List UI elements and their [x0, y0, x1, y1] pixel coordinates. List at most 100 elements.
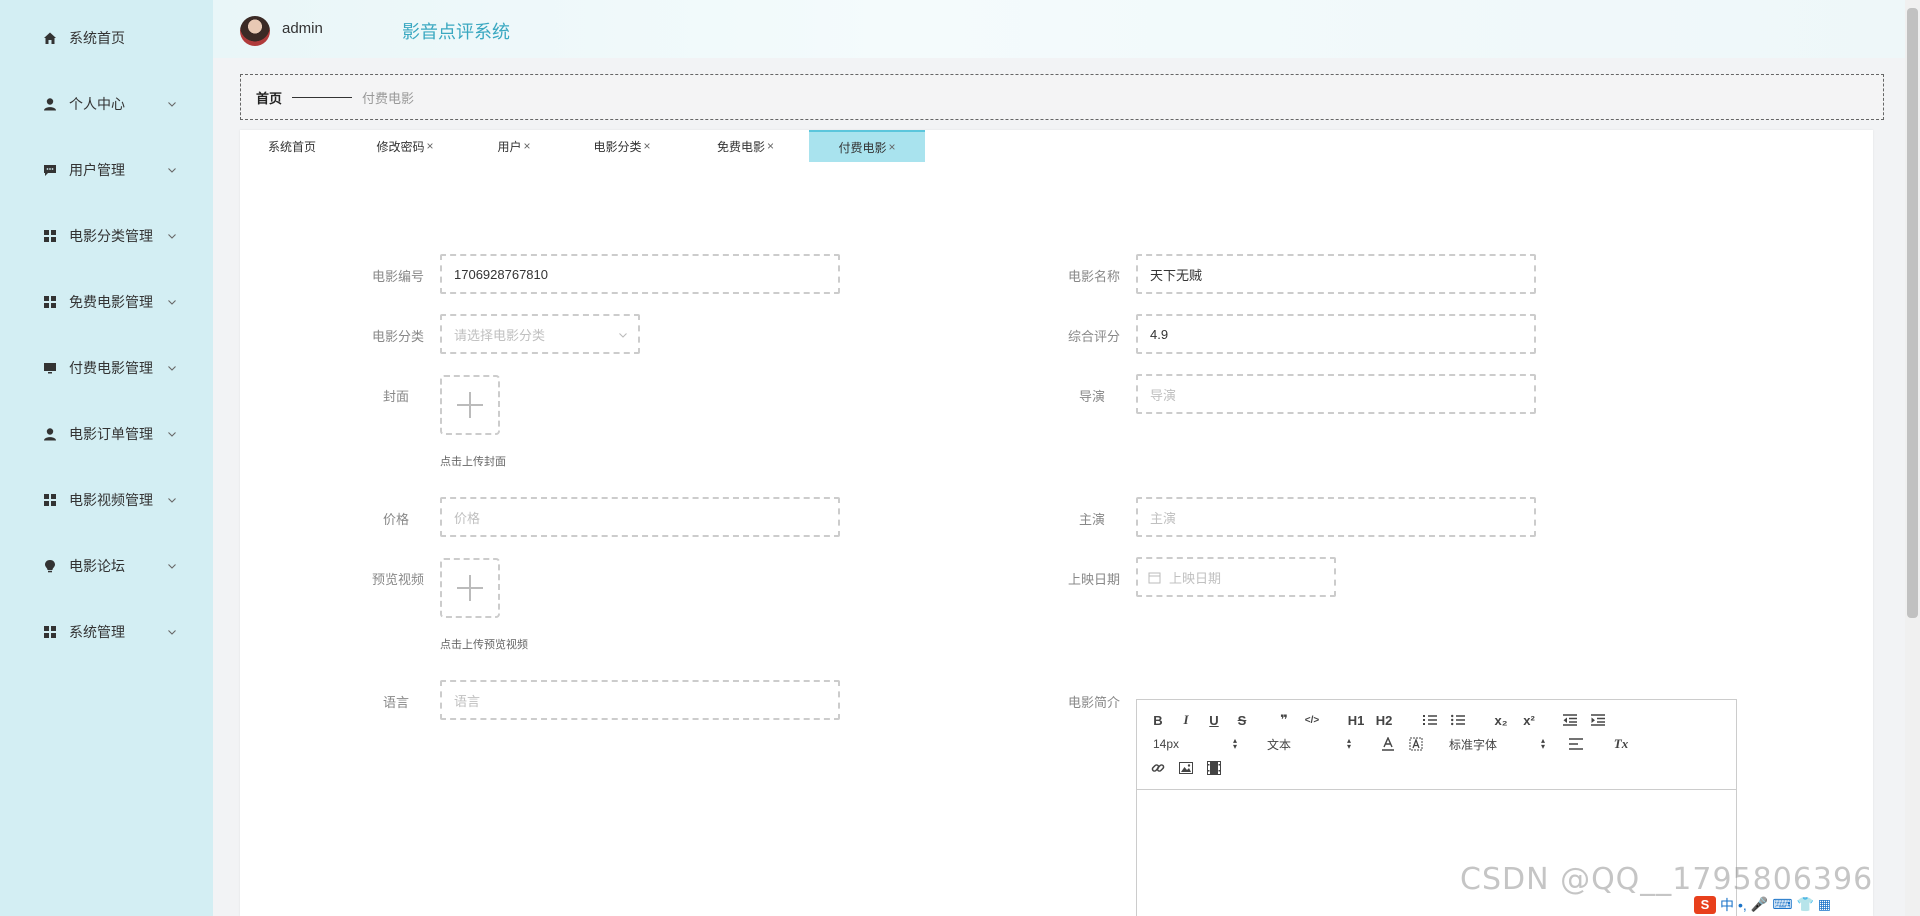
- cover-label: 封面: [382, 389, 409, 404]
- movie-name-input[interactable]: 天下无贼: [1136, 254, 1536, 294]
- background-color-icon[interactable]: [1407, 735, 1425, 753]
- grid-icon: [42, 228, 58, 244]
- sidebar-item-free-movies[interactable]: 免费电影管理: [0, 282, 213, 322]
- close-icon[interactable]: ×: [427, 139, 434, 153]
- breadcrumb-separator: [292, 96, 353, 98]
- close-icon[interactable]: ×: [767, 139, 774, 153]
- watermark: CSDN @QQ__1795806396: [1460, 862, 1874, 897]
- ordered-list-icon[interactable]: [1421, 711, 1439, 729]
- sidebar-item-paid-movies[interactable]: 付费电影管理: [0, 348, 213, 388]
- toolbox-icon[interactable]: ▦: [1818, 896, 1831, 913]
- strike-button[interactable]: S: [1233, 711, 1251, 729]
- category-select[interactable]: 请选择电影分类: [440, 314, 640, 354]
- release-date-placeholder: 上映日期: [1169, 570, 1222, 586]
- keyboard-icon[interactable]: ⌨: [1772, 896, 1792, 913]
- h2-button[interactable]: H2: [1373, 711, 1395, 729]
- sidebar-item-label: 个人中心: [69, 96, 125, 112]
- bullet-list-icon[interactable]: [1449, 711, 1467, 729]
- tab-paid-movies[interactable]: 付费电影 ×: [809, 130, 925, 162]
- sidebar-item-label: 电影视频管理: [69, 492, 153, 508]
- tab-users[interactable]: 用户 ×: [466, 130, 562, 162]
- tab-home[interactable]: 系统首页: [240, 130, 344, 162]
- tab-bar: 系统首页 修改密码 × 用户 × 电影分类 × 免费电影 × 付费电影 ×: [240, 130, 925, 162]
- rating-label: 综合评分: [1067, 329, 1120, 344]
- preview-video-upload-button[interactable]: [440, 558, 500, 618]
- font-color-icon[interactable]: [1379, 735, 1397, 753]
- grid-icon: [42, 492, 58, 508]
- sidebar-item-label: 系统管理: [69, 624, 125, 640]
- code-button[interactable]: </>: [1303, 711, 1321, 729]
- sidebar-item-system[interactable]: 系统管理: [0, 612, 213, 652]
- actors-input[interactable]: 主演: [1136, 497, 1536, 537]
- actors-label: 主演: [1078, 512, 1105, 527]
- sidebar-item-home[interactable]: 系统首页: [0, 18, 213, 58]
- block-format-select[interactable]: 文本 ▴ ▾: [1267, 735, 1351, 753]
- punctuation-icon[interactable]: •,: [1738, 897, 1747, 913]
- close-icon[interactable]: ×: [889, 140, 896, 154]
- movie-no-input[interactable]: 1706928767810: [440, 254, 840, 294]
- calendar-icon: [1148, 572, 1161, 583]
- director-label: 导演: [1078, 389, 1105, 404]
- home-icon: [42, 30, 58, 46]
- block-format-value: 文本: [1267, 737, 1292, 752]
- chevron-down-icon: [168, 102, 176, 107]
- superscript-button[interactable]: x²: [1519, 711, 1539, 729]
- movie-name-label: 电影名称: [1067, 269, 1120, 284]
- font-family-select[interactable]: 标准字体 ▴ ▾: [1449, 735, 1545, 753]
- sidebar-item-label: 电影论坛: [69, 558, 125, 574]
- subscript-button[interactable]: x₂: [1491, 711, 1511, 729]
- sidebar-item-category[interactable]: 电影分类管理: [0, 216, 213, 256]
- sidebar-item-users[interactable]: 用户管理: [0, 150, 213, 190]
- font-size-value: 14px: [1153, 737, 1180, 751]
- sidebar-item-forum[interactable]: 电影论坛: [0, 546, 213, 586]
- font-size-select[interactable]: 14px ▴ ▾: [1153, 735, 1237, 753]
- release-date-picker[interactable]: 上映日期: [1136, 557, 1336, 597]
- tab-free-movies[interactable]: 免费电影 ×: [682, 130, 809, 162]
- tab-label: 付费电影: [838, 140, 887, 155]
- sidebar-item-videos[interactable]: 电影视频管理: [0, 480, 213, 520]
- sidebar-item-label: 系统首页: [69, 30, 125, 46]
- avatar[interactable]: [240, 16, 270, 46]
- director-input[interactable]: 导演: [1136, 374, 1536, 414]
- tab-change-password[interactable]: 修改密码 ×: [344, 130, 466, 162]
- quote-button[interactable]: ❞: [1275, 711, 1293, 729]
- microphone-icon[interactable]: 🎤: [1751, 896, 1768, 913]
- category-label: 电影分类: [371, 329, 424, 344]
- clear-format-button[interactable]: Tx: [1611, 735, 1631, 753]
- close-icon[interactable]: ×: [644, 139, 651, 153]
- language-label: 语言: [382, 695, 409, 710]
- tab-movie-category[interactable]: 电影分类 ×: [562, 130, 682, 162]
- outdent-icon[interactable]: [1561, 711, 1579, 729]
- sidebar-item-personal[interactable]: 个人中心: [0, 84, 213, 124]
- breadcrumb-home[interactable]: 首页: [256, 88, 282, 107]
- system-tray: S 中 •, 🎤 ⌨ 👕 ▦: [1694, 893, 1920, 916]
- h1-button[interactable]: H1: [1345, 711, 1367, 729]
- link-icon[interactable]: [1149, 759, 1167, 777]
- price-input[interactable]: 价格: [440, 497, 840, 537]
- sidebar-item-orders[interactable]: 电影订单管理: [0, 414, 213, 454]
- plus-icon: [457, 392, 483, 418]
- chevron-down-icon: [168, 564, 176, 569]
- cover-upload-hint: 点击上传封面: [440, 456, 506, 468]
- chevron-down-icon: [168, 234, 176, 239]
- up-down-icon: ▴ ▾: [1540, 736, 1545, 751]
- language-input[interactable]: 语言: [440, 680, 840, 720]
- ime-logo-icon[interactable]: S: [1694, 895, 1716, 914]
- scrollbar-thumb[interactable]: [1907, 8, 1918, 618]
- underline-button[interactable]: U: [1205, 711, 1223, 729]
- cover-upload-button[interactable]: [440, 375, 500, 435]
- username[interactable]: admin: [282, 20, 323, 37]
- image-icon[interactable]: [1177, 759, 1195, 777]
- italic-button[interactable]: I: [1177, 711, 1195, 729]
- category-placeholder: 请选择电影分类: [454, 327, 546, 343]
- skin-icon[interactable]: 👕: [1796, 896, 1813, 913]
- close-icon[interactable]: ×: [524, 139, 531, 153]
- indent-icon[interactable]: [1589, 711, 1607, 729]
- ime-mode[interactable]: 中: [1720, 895, 1734, 915]
- rating-input[interactable]: 4.9: [1136, 314, 1536, 354]
- chevron-down-icon: [619, 333, 627, 338]
- video-icon[interactable]: [1205, 759, 1223, 777]
- grid-icon: [42, 294, 58, 310]
- bold-button[interactable]: B: [1149, 711, 1167, 729]
- align-icon[interactable]: [1567, 735, 1585, 753]
